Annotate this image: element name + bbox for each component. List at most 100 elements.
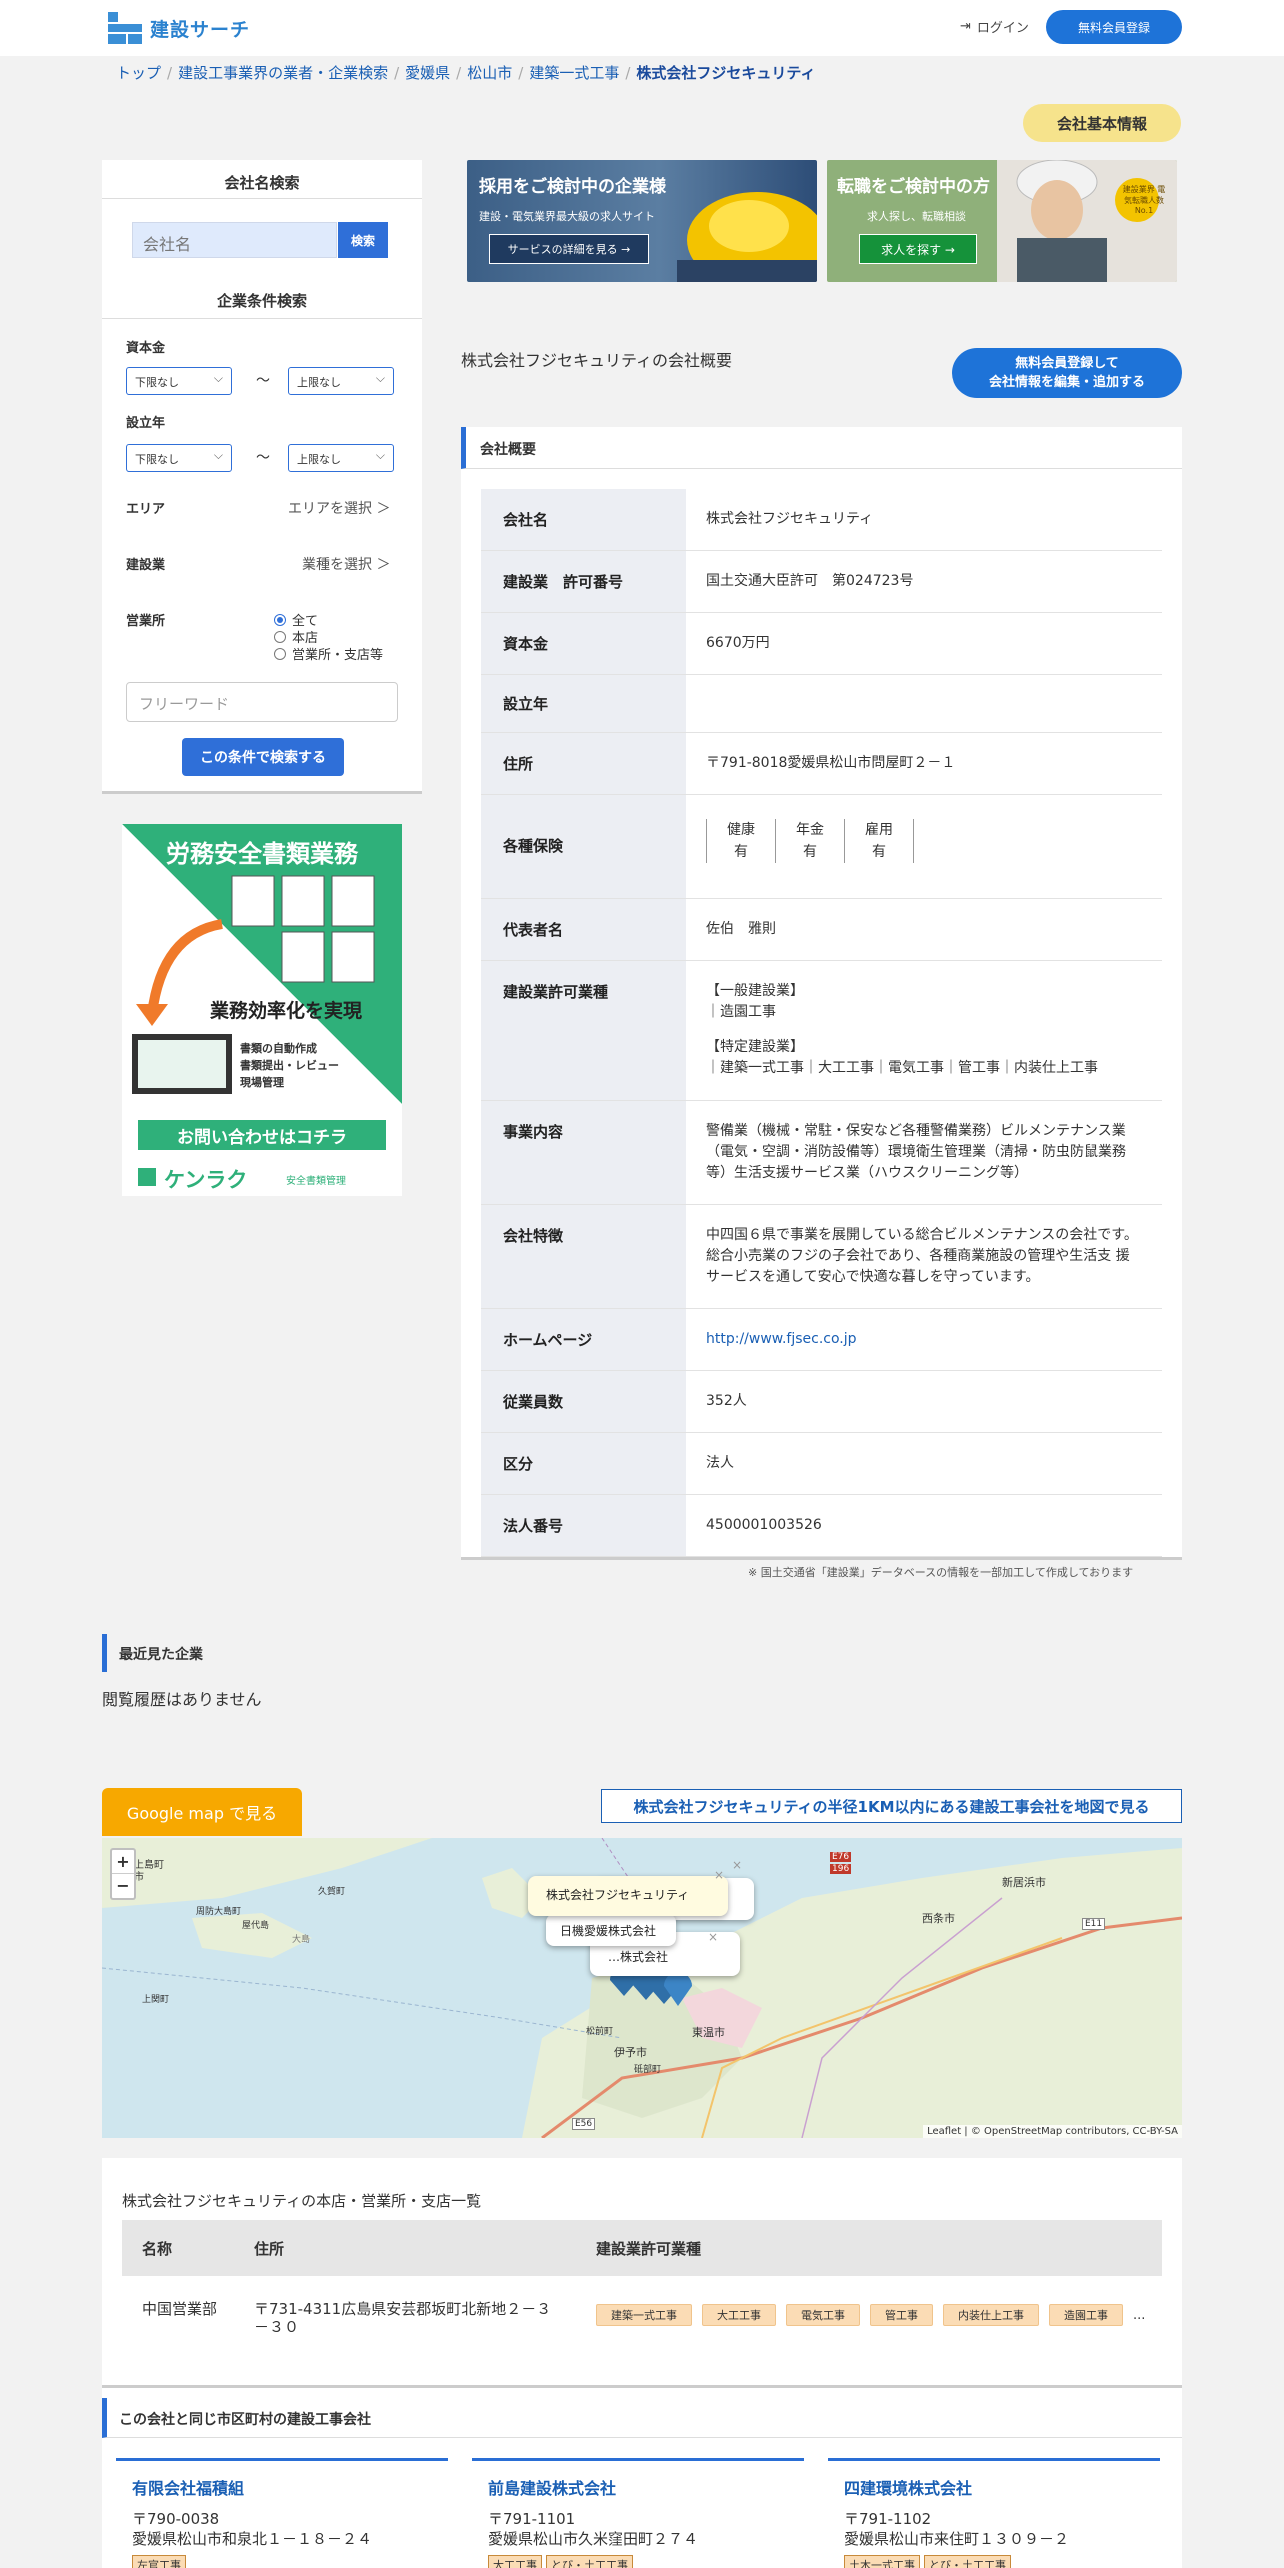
industry-select-link[interactable]: 業種を選択 ＞ [302,554,390,574]
breadcrumb-item[interactable]: 建設工事業界の業者・企業検索 [178,62,388,83]
ad-cta: お問い合わせはコチラ [177,1128,347,1148]
zoom-out-button[interactable]: − [112,1874,134,1898]
row-value: 〒791-8018愛媛県松山市問屋町２－１ [706,755,956,771]
insurance-value: 有 [803,843,817,860]
edit-button-line1: 無料会員登録して [1015,356,1119,371]
homepage-link[interactable]: http://www.fjsec.co.jp [706,1329,857,1350]
register-button[interactable]: 無料会員登録 [1046,10,1182,44]
insurance-name: 健康 [727,821,755,838]
row-value: 佐伯 雅則 [706,921,776,937]
job-banner-badge: 建設業界 電気転職人数 No.1 [1122,185,1166,215]
login-label: ログイン [976,21,1029,36]
map-route-badge: E11 [1082,1918,1106,1930]
breadcrumb-item[interactable]: 建築一式工事 [529,62,619,83]
map-label: 松前町 [586,2027,614,2037]
breadcrumb-separator: / [167,63,173,82]
office-radio-branch[interactable]: 営業所・支店等 [274,644,383,663]
branch-name: 中国営業部 [142,2300,218,2318]
job-banner-title: 転職をご検討中の方 [837,177,990,197]
special-license-heading: 【特定建設業】 [706,1039,804,1055]
map-popup-active[interactable]: 株式会社フジセキュリティ [528,1876,728,1916]
edit-company-button[interactable]: 無料会員登録して 会社情報を編集・追加する [952,348,1182,398]
breadcrumb-item[interactable]: トップ [116,62,161,83]
google-map-button[interactable]: Google map で見る [102,1788,302,1836]
company-card-zip: 〒791-1101 [488,2510,576,2528]
row-capital: 資本金 6670万円 [481,613,1162,675]
job-banner-sub: 求人探し、転職相談 [867,210,966,223]
company-map[interactable]: 新居浜市 西条市 東温市 伊予市 松前町 砥部町 上島町 周防大島町 屋代島 大… [102,1838,1182,2138]
row-key: ホームページ [481,1309,686,1370]
license-tag: 建築一式工事 [596,2304,692,2326]
map-route-badge: 196 [830,1864,852,1874]
map-popup[interactable]: 日機愛媛株式会社 [546,1914,676,1946]
overview-page-title: 株式会社フジセキュリティの会社概要 [461,351,733,370]
established-max-select[interactable]: 上限なし [288,444,394,472]
company-card-name[interactable]: 前島建設株式会社 [488,2475,788,2499]
map-popup-text: 株式会社フジセキュリティ [546,1888,690,1902]
column-header: 住所 [254,2240,285,2258]
company-name-input[interactable]: 会社名 [132,222,337,258]
row-established: 設立年 [481,675,1162,733]
row-address: 住所 〒791-8018愛媛県松山市問屋町２－１ [481,733,1162,795]
recruit-banner[interactable]: 採用をご検討中の企業様 建設・電気業界最大級の求人サイト サービスの詳細を見る … [467,160,817,282]
job-banner[interactable]: 建設業界 電気転職人数 No.1 転職をご検討中の方 求人探し、転職相談 求人を… [827,160,1177,282]
row-insurance: 各種保険 健康有 年金有 雇用有 [481,795,1162,899]
insurance-value: 有 [734,843,748,860]
range-tilde: 〜 [256,450,270,466]
established-min-select[interactable]: 下限なし [126,444,232,472]
column-header: 建設業許可業種 [596,2240,702,2258]
row-license-types: 建設業許可業種 【一般建設業】 ｜造園工事 【特定建設業】 ｜建築一式工事｜大工… [481,961,1162,1101]
company-card-name[interactable]: 有限会社福積組 [132,2475,432,2499]
company-card[interactable]: 四建環境株式会社 〒791-1102 愛媛県松山市来住町１３０９－２ 土木一式工事… [828,2458,1160,2568]
radius-map-link[interactable]: 株式会社フジセキュリティの半径1KM以内にある建設工事会社を地図で見る [601,1789,1182,1823]
license-tag: とび・土工工事 [546,2555,633,2568]
general-license-list: ｜造園工事 [706,1004,776,1020]
area-select-link[interactable]: エリアを選択 ＞ [288,498,390,518]
capital-max-select[interactable]: 上限なし [288,367,394,395]
established-label: 設立年 [126,416,166,431]
recent-companies-empty: 閲覧履歴はありません [102,1690,262,1709]
company-card-name[interactable]: 四建環境株式会社 [844,2475,1144,2499]
branch-license-tags: 建築一式工事 大工工事 電気工事 管工事 内装仕上工事 造園工事... [596,2304,1156,2332]
kenraku-ad[interactable]: 労務安全書類業務 業務効率化を実現 書類の自動作成 書類提出・レビュー 現場管理… [122,824,402,1196]
divider [102,318,422,319]
name-search-button[interactable]: 検索 [338,222,388,258]
login-link[interactable]: ⇥ ログイン [960,17,1029,36]
close-icon[interactable]: × [708,1930,718,1944]
breadcrumb-item[interactable]: 松山市 [467,62,512,83]
insurance-item: 年金有 [775,818,845,863]
capital-min-select[interactable]: 下限なし [126,367,232,395]
company-card-zip: 〒791-1102 [844,2510,932,2528]
row-homepage: ホームページ http://www.fjsec.co.jp [481,1309,1162,1371]
close-icon[interactable]: × [714,1868,724,1882]
recruit-banner-sub: 建設・電気業界最大級の求人サイト [479,210,655,223]
license-tag: 土木一式工事 [844,2555,920,2568]
range-tilde: 〜 [256,373,270,389]
site-logo[interactable]: 建設サーチ [108,12,250,44]
breadcrumb-separator: / [625,63,631,82]
industry-label: 建設業 [126,558,166,573]
job-banner-button[interactable]: 求人を探す → [859,234,977,264]
row-key: 住所 [481,733,686,794]
recruit-banner-title: 採用をご検討中の企業様 [479,177,666,197]
more-tags[interactable]: ... [1133,2308,1145,2323]
license-tag: 大工工事 [488,2555,542,2568]
map-label: 西条市 [922,1912,955,1925]
row-key: 設立年 [481,675,686,732]
row-key: 法人番号 [481,1495,686,1556]
company-card[interactable]: 前島建設株式会社 〒791-1101 愛媛県松山市久米窪田町２７４ 大工工事 とび・… [472,2458,804,2568]
zoom-in-button[interactable]: + [112,1850,134,1874]
breadcrumb-item[interactable]: 愛媛県 [405,62,450,83]
condition-search-button[interactable]: この条件で検索する [182,738,344,776]
row-key: 従業員数 [481,1371,686,1432]
row-value: 【一般建設業】 ｜造園工事 【特定建設業】 ｜建築一式工事｜大工工事｜電気工事｜… [686,961,1162,1100]
free-word-input[interactable]: フリーワード [126,682,398,722]
recruit-banner-button[interactable]: サービスの詳細を見る → [489,234,649,264]
insurance-value: 有 [872,843,886,860]
same-area-section: この会社と同じ市区町村の建設工事会社 有限会社福積組 〒790-0038 愛媛県松… [102,2388,1182,2568]
close-icon[interactable]: × [732,1858,742,1872]
row-value: http://www.fjsec.co.jp [686,1309,1162,1370]
company-card[interactable]: 有限会社福積組 〒790-0038 愛媛県松山市和泉北１－１８－２４ 左官工事 [116,2458,448,2568]
row-value: 株式会社フジセキュリティ [706,511,874,527]
company-overview-panel: 会社概要 会社名 株式会社フジセキュリティ 建設業 許可番号 国土交通大臣許可 第0… [461,427,1182,1560]
